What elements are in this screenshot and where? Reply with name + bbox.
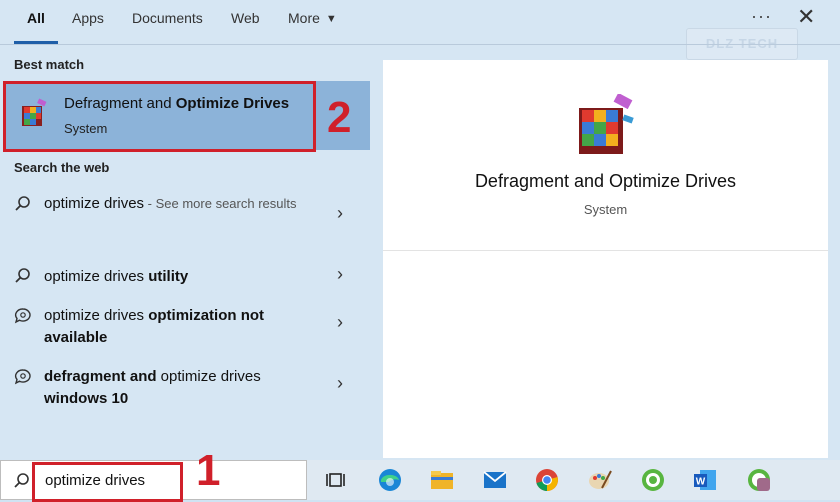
chat-search-icon: [14, 369, 31, 385]
web-result-1[interactable]: optimize drives - See more search result…: [0, 192, 372, 244]
web-result-3[interactable]: optimize drives optimization not availab…: [0, 304, 372, 350]
web-result-bold-first: defragment and: [44, 368, 157, 385]
web-result-bold: windows 10: [44, 390, 129, 407]
task-view-icon[interactable]: [323, 466, 351, 494]
chevron-right-icon: ›: [337, 373, 343, 393]
paint-icon[interactable]: [586, 466, 614, 494]
preview-subtitle: System: [583, 202, 628, 217]
chevron-right-icon: ›: [337, 203, 343, 223]
web-result-query: optimize drives: [44, 307, 149, 324]
chrome-icon[interactable]: [533, 466, 561, 494]
tab-more[interactable]: More ▼: [288, 10, 337, 26]
preview-header: Defragment and Optimize Drives System: [383, 60, 828, 250]
preview-title: Defragment and Optimize Drives: [474, 171, 737, 191]
tab-all[interactable]: All: [27, 10, 45, 26]
tab-bar: All Apps Documents Web More ▼ ··· ✕ DLZ T…: [0, 0, 840, 60]
best-match-heading: Best match: [14, 57, 85, 72]
search-icon: [15, 268, 30, 283]
web-result-text: optimize drives - See more search result…: [44, 193, 304, 215]
chevron-right-icon: ›: [337, 312, 343, 332]
web-result-text: optimize drives optimization not availab…: [44, 305, 304, 349]
web-result-text: optimize drives utility: [44, 266, 304, 288]
app2-icon[interactable]: [745, 466, 773, 494]
preview-pane: Defragment and Optimize Drives System: [383, 60, 828, 458]
chevron-down-icon: ▼: [325, 13, 337, 25]
web-result-query: optimize drives: [156, 368, 261, 385]
tab-more-label: More: [288, 10, 320, 26]
mail-icon[interactable]: [481, 466, 509, 494]
web-result-4[interactable]: defragment and optimize drives windows 1…: [0, 365, 372, 411]
divider: [0, 44, 840, 45]
best-match-subtitle: System: [64, 121, 108, 136]
web-result-text: defragment and optimize drives windows 1…: [44, 366, 304, 410]
web-result-query: optimize drives: [44, 195, 145, 212]
web-result-2[interactable]: optimize drives utility ›: [0, 264, 372, 292]
start-search-panel: All Apps Documents Web More ▼ ··· ✕ DLZ T…: [0, 0, 840, 460]
annotation-number-1: 1: [196, 446, 221, 495]
chat-search-icon: [14, 308, 31, 324]
best-match-title: Defragment and Optimize Drives: [64, 95, 289, 112]
best-match-title-plain: Defragment and: [64, 95, 176, 112]
svg-text:W: W: [696, 477, 706, 488]
defrag-icon: [22, 98, 47, 126]
tab-documents[interactable]: Documents: [132, 10, 203, 26]
search-icon: [15, 196, 30, 211]
chevron-right-icon: ›: [337, 264, 343, 284]
best-match-title-bold: Optimize Drives: [175, 95, 290, 112]
search-input[interactable]: [37, 467, 187, 493]
word-icon[interactable]: W: [691, 466, 719, 494]
web-result-suffix: - See more search results: [144, 196, 297, 211]
web-result-query: optimize drives: [44, 268, 149, 285]
defrag-large-icon: [579, 94, 634, 154]
web-result-bold: utility: [148, 268, 189, 285]
app-icon[interactable]: [639, 466, 667, 494]
taskbar-search-box[interactable]: [0, 460, 307, 500]
best-match-item[interactable]: Defragment and Optimize Drives System: [3, 81, 370, 150]
file-explorer-icon[interactable]: [428, 466, 456, 494]
divider: [383, 250, 828, 251]
search-web-heading: Search the web: [14, 160, 110, 175]
annotation-number-2: 2: [327, 93, 352, 142]
tab-web[interactable]: Web: [231, 10, 260, 26]
close-icon[interactable]: ✕: [797, 4, 815, 30]
edge-icon[interactable]: [376, 466, 404, 494]
tab-apps[interactable]: Apps: [72, 10, 104, 26]
search-icon: [14, 473, 29, 488]
more-options-icon[interactable]: ···: [751, 6, 772, 27]
